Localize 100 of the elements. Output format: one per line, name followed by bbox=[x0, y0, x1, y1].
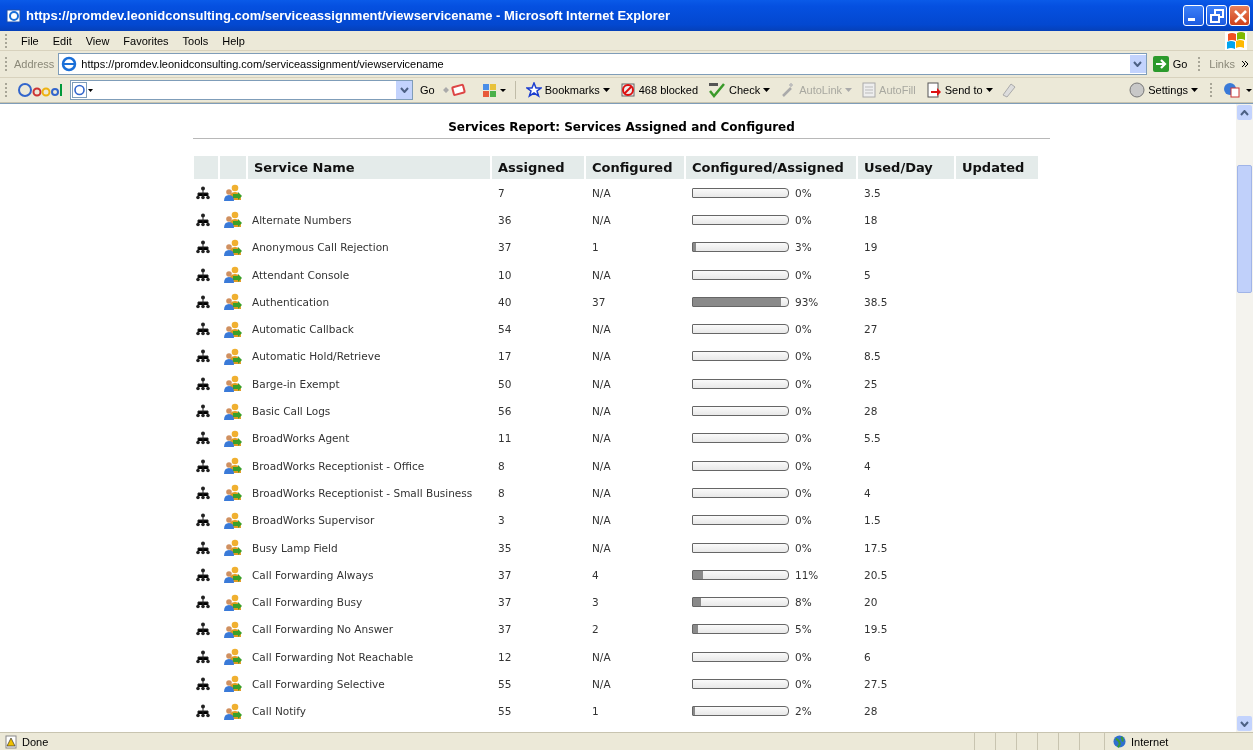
page-icon bbox=[61, 56, 78, 72]
header-cell bbox=[220, 156, 246, 179]
puzzle-icon[interactable] bbox=[481, 82, 508, 98]
percent-text: 2% bbox=[795, 705, 812, 718]
caret-icon bbox=[1133, 61, 1143, 67]
users-icon[interactable] bbox=[224, 238, 242, 256]
menu-item[interactable]: Help bbox=[215, 34, 252, 47]
service-name: Attendant Console bbox=[252, 268, 350, 281]
users-icon[interactable] bbox=[224, 539, 242, 556]
globe-pdf-icon[interactable] bbox=[1223, 82, 1253, 98]
column-header: Configured/Assigned bbox=[686, 156, 856, 179]
column-header: Used/Day bbox=[858, 156, 954, 179]
caret-icon bbox=[985, 88, 993, 92]
column-header: Updated bbox=[956, 156, 1038, 179]
window-title: https://promdev.leonidconsulting.com/serviceassignment/viewservicename - Microsoft Internet Explorer bbox=[26, 8, 671, 23]
users-icon[interactable] bbox=[224, 375, 242, 393]
users-icon[interactable] bbox=[224, 320, 242, 338]
percent-text: 0% bbox=[795, 377, 812, 390]
users-icon[interactable] bbox=[224, 211, 242, 229]
org-chart-icon[interactable] bbox=[196, 704, 210, 719]
toolbar-button[interactable]: Send to bbox=[922, 82, 996, 98]
users-icon[interactable] bbox=[224, 620, 242, 638]
caret-icon bbox=[602, 88, 610, 92]
assigned-cell-text: 56 bbox=[497, 404, 513, 419]
org-chart-icon[interactable] bbox=[196, 431, 210, 446]
org-chart-icon[interactable] bbox=[196, 404, 210, 418]
service-name: Barge-in Exempt bbox=[252, 377, 340, 390]
warning-page-icon bbox=[4, 734, 18, 749]
scroll-thumb[interactable] bbox=[1237, 165, 1252, 293]
org-chart-icon[interactable] bbox=[196, 212, 210, 227]
assigned-cell-text: 55 bbox=[497, 677, 513, 692]
org-chart-icon[interactable] bbox=[196, 185, 210, 200]
org-chart-icon[interactable] bbox=[196, 567, 210, 582]
header-cell bbox=[194, 156, 218, 179]
menu-item[interactable]: Favorites bbox=[116, 34, 176, 47]
org-chart-icon[interactable] bbox=[196, 540, 210, 555]
users-icon[interactable] bbox=[224, 266, 242, 284]
users-icon[interactable] bbox=[224, 429, 242, 447]
minimize-icon bbox=[1188, 18, 1195, 21]
org-chart-icon[interactable] bbox=[196, 649, 210, 664]
menu-item[interactable]: File bbox=[14, 34, 46, 47]
caret-icon bbox=[399, 87, 409, 93]
menu-item[interactable]: Tools bbox=[175, 34, 216, 47]
users-icon[interactable] bbox=[224, 593, 242, 611]
dropdown-button[interactable] bbox=[396, 81, 412, 99]
users-icon[interactable] bbox=[224, 457, 242, 475]
configured-cell-text: N/A bbox=[591, 540, 612, 556]
used-per-day-cell-text: 18 bbox=[863, 212, 879, 228]
chevron-icon[interactable] bbox=[1241, 60, 1249, 68]
toolbar-button[interactable]: Check bbox=[705, 82, 774, 98]
configured-cell-text: 2 bbox=[591, 622, 600, 638]
percent-text: 0% bbox=[795, 268, 812, 281]
users-icon[interactable] bbox=[224, 484, 242, 502]
close-button[interactable] bbox=[1229, 5, 1250, 26]
configured-cell-text: N/A bbox=[591, 513, 612, 529]
org-chart-icon[interactable] bbox=[196, 513, 210, 528]
service-name: Call Forwarding Selective bbox=[252, 678, 385, 690]
users-icon[interactable] bbox=[224, 184, 242, 202]
used-per-day-cell-text: 6 bbox=[863, 649, 872, 665]
users-icon[interactable] bbox=[224, 402, 242, 420]
configured-cell-text: N/A bbox=[591, 458, 612, 474]
scroll-up-button[interactable] bbox=[1237, 105, 1252, 120]
toolbar-button[interactable]: Bookmarks bbox=[522, 82, 613, 98]
assigned-cell-text: 37 bbox=[497, 622, 513, 638]
org-chart-icon[interactable] bbox=[196, 595, 210, 610]
assigned-cell-text: 10 bbox=[497, 267, 513, 283]
minimize-button[interactable] bbox=[1183, 5, 1204, 26]
users-icon[interactable] bbox=[224, 293, 242, 311]
users-icon[interactable] bbox=[224, 648, 242, 666]
service-name: BroadWorks Agent bbox=[252, 432, 350, 445]
org-chart-icon[interactable] bbox=[196, 240, 210, 255]
scroll-down-button[interactable] bbox=[1237, 716, 1252, 731]
org-chart-icon[interactable] bbox=[196, 322, 210, 337]
search-go-button[interactable]: Go bbox=[417, 84, 438, 96]
org-chart-icon[interactable] bbox=[196, 294, 210, 309]
org-chart-icon[interactable] bbox=[196, 376, 210, 391]
users-icon[interactable] bbox=[224, 566, 242, 584]
dropdown-button[interactable] bbox=[1129, 55, 1146, 73]
send-page-icon bbox=[925, 82, 942, 98]
users-icon[interactable] bbox=[224, 675, 242, 693]
org-chart-icon[interactable] bbox=[196, 622, 210, 637]
menu-item[interactable]: View bbox=[78, 34, 117, 47]
org-chart-icon[interactable] bbox=[196, 458, 210, 473]
org-chart-icon[interactable] bbox=[196, 485, 210, 500]
users-icon[interactable] bbox=[224, 511, 242, 529]
menu-item[interactable]: Edit bbox=[45, 34, 79, 47]
org-chart-icon[interactable] bbox=[196, 267, 210, 282]
configured-cell-text: N/A bbox=[591, 185, 612, 201]
users-icon[interactable] bbox=[224, 702, 242, 720]
percent-text: 0% bbox=[795, 350, 812, 363]
settings-button[interactable]: Settings bbox=[1126, 82, 1201, 98]
address-field[interactable]: https://promdev.leonidconsulting.com/serviceassignment/viewservicename bbox=[58, 53, 1147, 75]
go-button[interactable]: Go bbox=[1146, 56, 1194, 72]
org-chart-icon[interactable] bbox=[196, 677, 210, 691]
used-per-day-cell-text: 5.5 bbox=[863, 431, 882, 447]
configured-cell-text: 1 bbox=[591, 704, 600, 720]
toolbar-button[interactable]: 468 blocked bbox=[616, 82, 702, 98]
org-chart-icon[interactable] bbox=[196, 349, 210, 364]
users-icon[interactable] bbox=[224, 347, 242, 365]
restore-button[interactable] bbox=[1206, 5, 1227, 26]
